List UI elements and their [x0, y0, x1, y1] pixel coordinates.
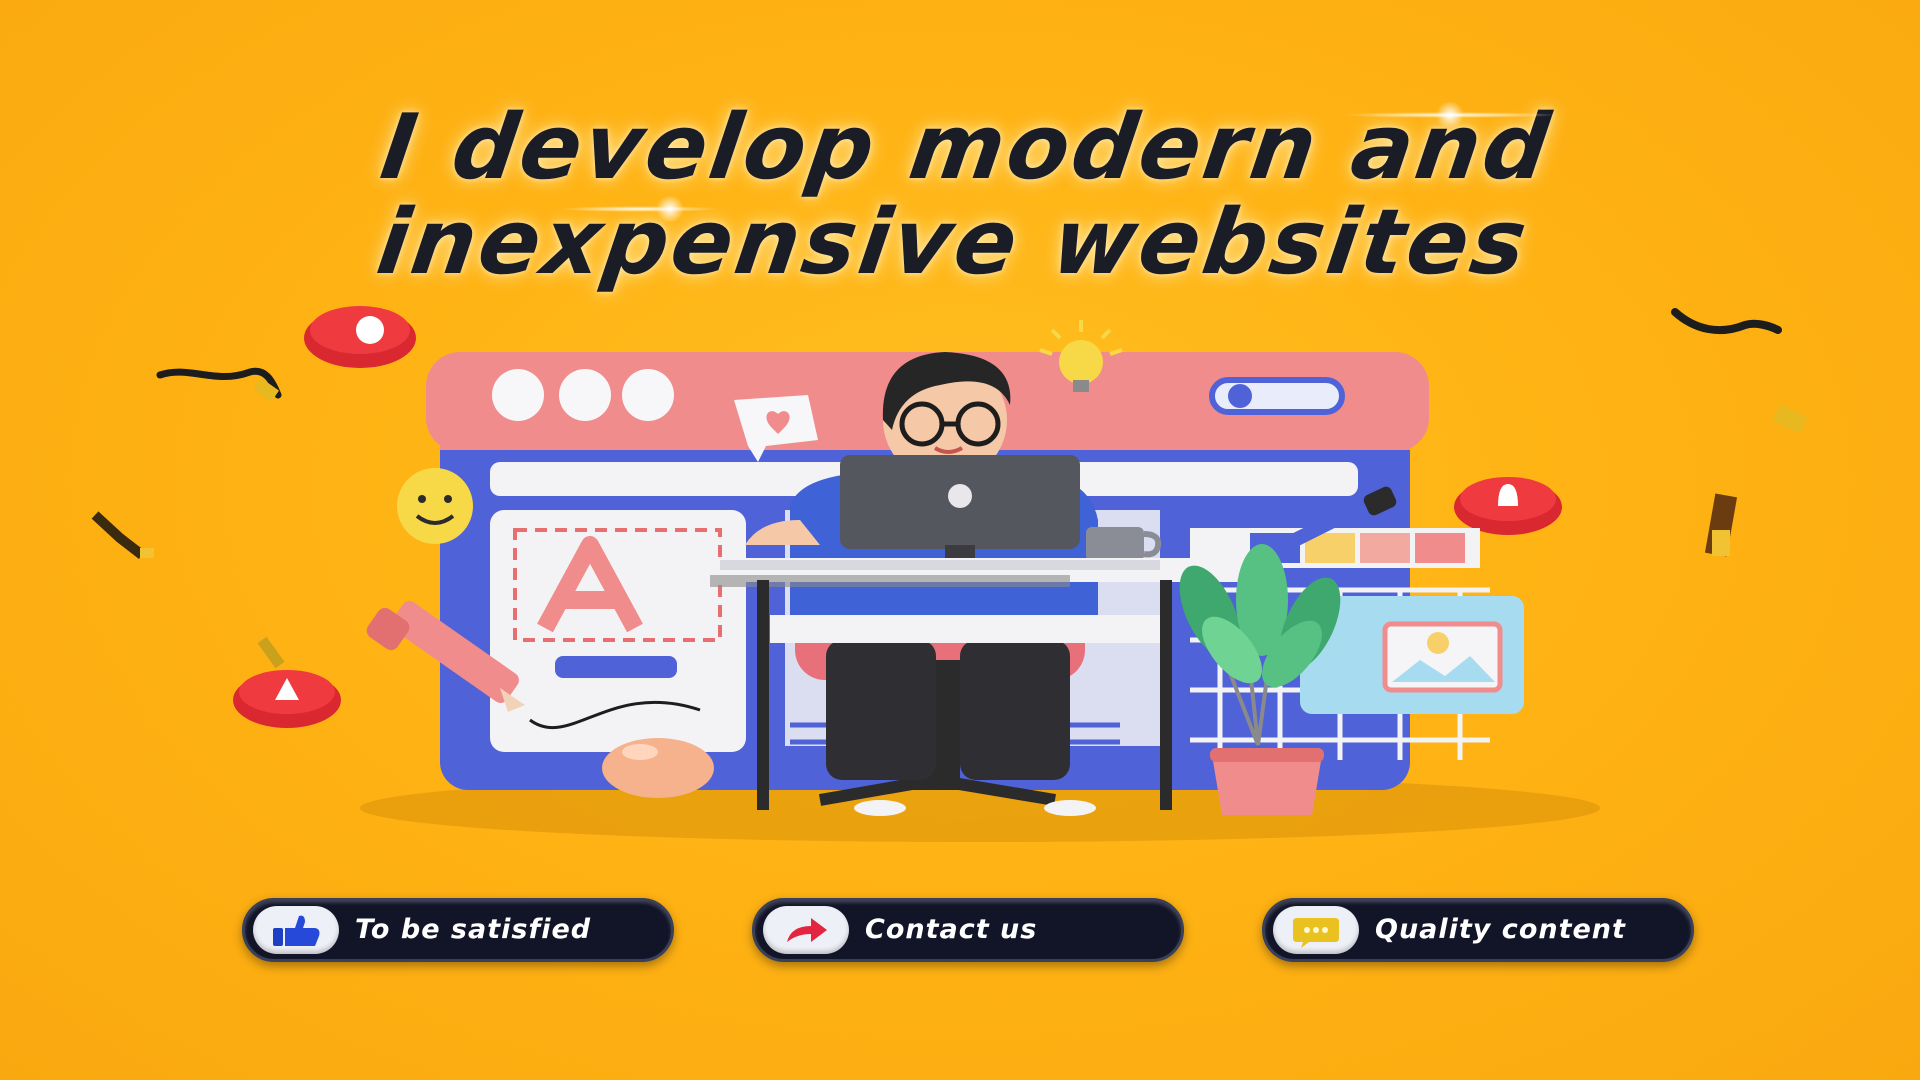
- smiley-icon: [397, 468, 473, 544]
- chat-bubble-icon: [1273, 906, 1359, 954]
- contact-us-button[interactable]: Contact us: [752, 898, 1184, 962]
- play-bubble-decoration: [304, 306, 416, 368]
- like-bubble-decoration: [233, 670, 341, 728]
- laptop-decoration: [840, 455, 1080, 565]
- contact-us-button-label: Contact us: [865, 914, 1038, 945]
- quality-content-button-label: Quality content: [1375, 914, 1626, 945]
- ball-decoration: [602, 738, 714, 798]
- arrow-right-icon: [763, 906, 849, 954]
- satisfied-button-label: To be satisfied: [355, 914, 592, 945]
- satisfied-button[interactable]: To be satisfied: [242, 898, 674, 962]
- bell-bubble-decoration: [1454, 477, 1562, 535]
- quality-content-button[interactable]: Quality content: [1262, 898, 1694, 962]
- thumbs-up-icon: [253, 906, 339, 954]
